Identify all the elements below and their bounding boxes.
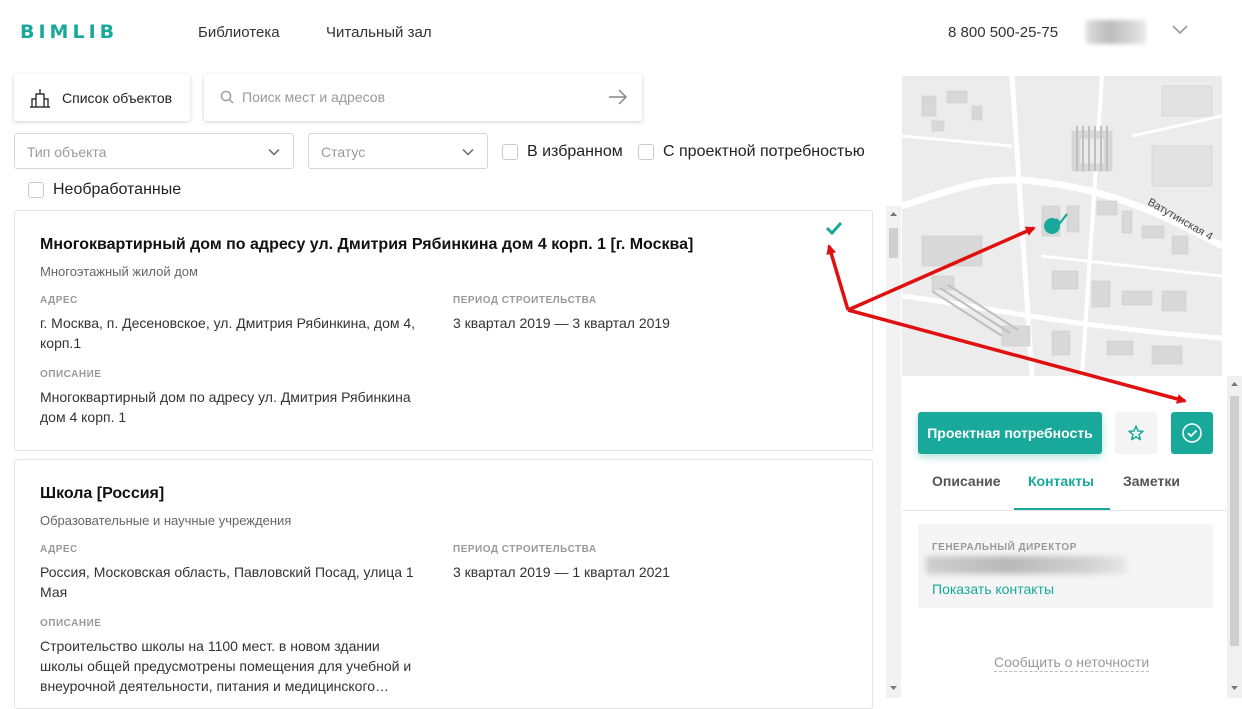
- nav-reading-room[interactable]: Читальный зал: [326, 24, 432, 41]
- contact-name-blurred: [926, 556, 1126, 574]
- map[interactable]: Ватутинская 4: [902, 76, 1222, 376]
- description-line: школы общей предусмотрены помещения для …: [40, 658, 412, 674]
- object-card[interactable]: Многоквартирный дом по адресу ул. Дмитри…: [14, 210, 873, 451]
- card-title[interactable]: Многоквартирный дом по адресу ул. Дмитри…: [40, 236, 693, 254]
- show-contacts-link[interactable]: Показать контакты: [932, 581, 1054, 597]
- address-label: АДРЕС: [40, 295, 78, 306]
- period-label: ПЕРИОД СТРОИТЕЛЬСТВА: [453, 295, 597, 306]
- detail-panel: Проектная потребность Описание Контакты …: [902, 376, 1242, 698]
- report-error-link[interactable]: Сообщить о неточности: [994, 654, 1150, 672]
- checkbox-box[interactable]: [502, 144, 518, 160]
- project-need-label: С проектной потребностью: [663, 143, 865, 160]
- unprocessed-checkbox[interactable]: Необработанные: [28, 181, 181, 199]
- favorites-checkbox[interactable]: В избранном: [502, 143, 623, 161]
- description-label: ОПИСАНИЕ: [40, 369, 102, 380]
- object-card[interactable]: Школа [Россия] Образовательные и научные…: [14, 459, 873, 709]
- star-icon: [1128, 425, 1144, 441]
- checkmark-icon: [825, 221, 843, 235]
- scroll-up-icon[interactable]: [1230, 380, 1239, 388]
- nav-library[interactable]: Библиотека: [198, 24, 280, 41]
- unprocessed-label: Необработанные: [53, 181, 182, 198]
- favorites-label: В избранном: [527, 143, 623, 160]
- description-line: внеурочной деятельности, питания и медиц…: [40, 678, 390, 694]
- object-list-button[interactable]: Список объектов: [14, 74, 190, 121]
- contact-role: ГЕНЕРАЛЬНЫЙ ДИРЕКТОР: [932, 542, 1077, 553]
- favorite-button[interactable]: [1115, 412, 1157, 454]
- scroll-down-icon[interactable]: [1230, 684, 1239, 692]
- address-line: Россия, Московская область, Павловский П…: [40, 564, 414, 580]
- contact-card: ГЕНЕРАЛЬНЫЙ ДИРЕКТОР Показать контакты: [918, 524, 1213, 608]
- tab-contacts[interactable]: Контакты: [1028, 473, 1094, 489]
- period-value: 3 квартал 2019 — 3 квартал 2019: [453, 315, 670, 331]
- scrollbar-thumb[interactable]: [889, 228, 898, 258]
- detail-scrollbar[interactable]: [1227, 376, 1242, 698]
- address-line: г. Москва, п. Десеновское, ул. Дмитрия Р…: [40, 315, 416, 331]
- checkbox-box[interactable]: [638, 144, 654, 160]
- status-placeholder: Статус: [321, 144, 366, 160]
- period-label: ПЕРИОД СТРОИТЕЛЬСТВА: [453, 544, 597, 555]
- object-type-placeholder: Тип объекта: [27, 144, 107, 160]
- map-canvas[interactable]: Ватутинская 4: [902, 76, 1222, 376]
- chevron-down-icon[interactable]: [1170, 20, 1190, 40]
- card-type: Многоэтажный жилой дом: [40, 264, 198, 279]
- arrow-right-icon[interactable]: [608, 88, 628, 106]
- search-input[interactable]: [242, 86, 602, 108]
- list-scrollbar[interactable]: [886, 206, 901, 698]
- phone-number: 8 800 500-25-75: [948, 24, 1059, 41]
- address-label: АДРЕС: [40, 544, 78, 555]
- detail-content: Проектная потребность Описание Контакты …: [902, 376, 1227, 698]
- logo[interactable]: BIMLIB: [20, 21, 118, 43]
- tab-divider: [902, 510, 1227, 511]
- project-need-checkbox[interactable]: С проектной потребностью: [638, 143, 865, 161]
- card-title[interactable]: Школа [Россия]: [40, 485, 164, 503]
- status-select[interactable]: Статус: [308, 133, 488, 169]
- tab-notes[interactable]: Заметки: [1123, 473, 1180, 489]
- scroll-up-icon[interactable]: [889, 210, 898, 218]
- mark-processed-button[interactable]: [1171, 412, 1213, 454]
- user-name-blurred[interactable]: [1086, 20, 1146, 44]
- building-icon: [30, 88, 50, 108]
- card-type: Образовательные и научные учреждения: [40, 513, 292, 528]
- address-line: корп.1: [40, 335, 82, 351]
- description-line: дом 4 корп. 1: [40, 409, 127, 425]
- period-value: 3 квартал 2019 — 1 квартал 2021: [453, 564, 670, 580]
- description-line: Многоквартирный дом по адресу ул. Дмитри…: [40, 389, 411, 405]
- check-circle-icon: [1182, 423, 1202, 443]
- project-need-button[interactable]: Проектная потребность: [918, 412, 1102, 454]
- scrollbar-thumb[interactable]: [1230, 396, 1239, 646]
- chevron-down-icon: [462, 148, 474, 156]
- address-line: Мая: [40, 584, 68, 600]
- search-icon: [220, 90, 234, 104]
- description-line: Строительство школы на 1100 мест. в ново…: [40, 638, 380, 654]
- description-label: ОПИСАНИЕ: [40, 618, 102, 629]
- object-type-select[interactable]: Тип объекта: [14, 133, 294, 169]
- scroll-down-icon[interactable]: [889, 684, 898, 692]
- checkbox-box[interactable]: [28, 182, 44, 198]
- top-header: BIMLIB Библиотека Читальный зал 8 800 50…: [0, 0, 1242, 64]
- search-box: [204, 74, 642, 121]
- tab-description[interactable]: Описание: [932, 473, 1001, 489]
- chevron-down-icon: [268, 148, 280, 156]
- object-list-label: Список объектов: [62, 89, 173, 106]
